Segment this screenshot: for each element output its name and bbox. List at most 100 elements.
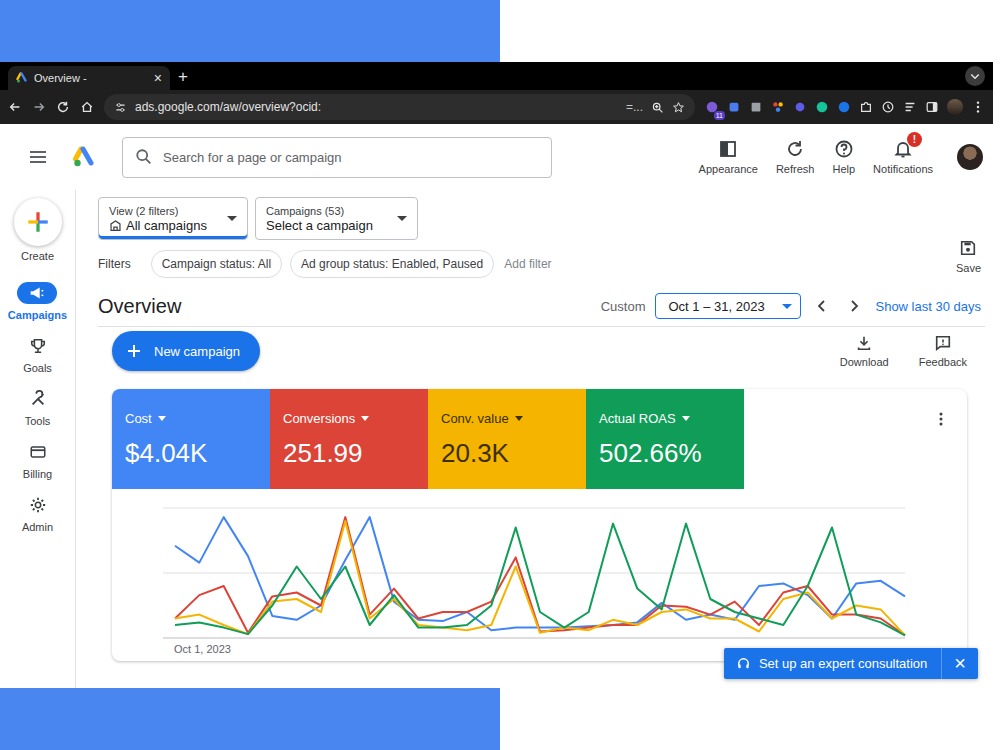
picker-value: All campaigns (109, 218, 227, 233)
tab-bar: Overview -× + (0, 62, 993, 90)
page-tool[interactable]: Feedback (919, 334, 967, 368)
metric-label: Cost (125, 411, 258, 426)
header-action-icon-wrap (785, 139, 805, 159)
new-tab-button[interactable]: + (178, 66, 188, 90)
help-icon (834, 139, 854, 159)
account-avatar[interactable] (957, 144, 983, 170)
series-line (175, 517, 905, 630)
canvas: Overview -× + ads.google.com/aw/overview?o… (0, 0, 1000, 750)
forward-icon[interactable] (32, 100, 46, 114)
filter-chip[interactable]: Ad group status: Enabled, Paused (290, 250, 494, 278)
search-icon (135, 148, 153, 166)
search-field[interactable]: Search for a page or campaign (122, 137, 552, 178)
page-tool-label: Download (840, 356, 889, 368)
header-action-label: Notifications (873, 163, 933, 175)
blue-band (0, 0, 500, 62)
nav-item[interactable]: Campaigns (8, 282, 67, 321)
tab-search-button[interactable] (965, 66, 985, 86)
series-line (175, 524, 905, 636)
home-icon[interactable] (80, 100, 94, 114)
header-action[interactable]: Appearance (699, 139, 758, 175)
zoom-icon[interactable] (651, 101, 664, 114)
metric-tile[interactable]: Actual ROAS 502.66% (586, 389, 744, 489)
extension-icon[interactable] (727, 100, 741, 114)
dropdown-caret-icon (397, 216, 407, 221)
menu-dots-icon[interactable] (971, 100, 985, 114)
metric-label: Actual ROAS (599, 411, 732, 426)
feedback-icon (934, 334, 952, 352)
picker-row: View (2 filters) All campaigns Campaigns … (98, 197, 952, 240)
create-circle (14, 198, 62, 246)
filters-row: FiltersCampaign status: AllAd group stat… (98, 250, 952, 278)
app-body: Create Campaigns Goals Tools Billing Admin Vie… (0, 190, 993, 688)
tab-close[interactable]: × (154, 70, 162, 86)
header-action[interactable]: !Notifications (873, 139, 933, 175)
address-bar[interactable]: ads.google.com/aw/overview?ocid:=... (104, 94, 695, 120)
filter-controls: View (2 filters) All campaigns Campaigns … (98, 197, 952, 278)
picker-text: View (2 filters) All campaigns (109, 205, 227, 233)
extension-badge: 11 (714, 111, 725, 120)
nav-rail: Create Campaigns Goals Tools Billing Admin (0, 190, 76, 688)
show-last-30-days-link[interactable]: Show last 30 days (875, 299, 981, 314)
nav-item[interactable]: Tools (18, 388, 58, 427)
new-campaign-button[interactable]: New campaign (112, 331, 260, 371)
metric-value: 251.99 (283, 438, 416, 469)
filter-chip[interactable]: Campaign status: All (151, 250, 282, 278)
extension-button[interactable]: 11 (705, 100, 719, 114)
puzzle-icon[interactable] (859, 100, 873, 114)
reload-icon[interactable] (56, 100, 70, 114)
header-action[interactable]: Help (832, 139, 855, 175)
more-vert-icon[interactable] (933, 411, 949, 427)
side-panel-icon[interactable] (925, 100, 939, 114)
extension-icon[interactable] (815, 100, 829, 114)
url-tail: =... (626, 100, 643, 114)
metric-label: Conv. value (441, 411, 574, 426)
headset-icon (736, 656, 751, 671)
star-icon[interactable] (672, 101, 685, 114)
extension-icon[interactable] (771, 100, 785, 114)
date-range-picker[interactable]: Oct 1 – 31, 2023 (655, 293, 801, 319)
header-action[interactable]: Refresh (776, 139, 815, 175)
chevron-left-icon[interactable] (814, 298, 830, 314)
extension-icon[interactable] (749, 100, 763, 114)
chevron-right-icon[interactable] (846, 298, 862, 314)
picker-dropdown[interactable]: Campaigns (53) Select a campaign (255, 197, 418, 240)
save-icon (959, 239, 977, 257)
nav-item-pill (18, 335, 58, 357)
extension-icon[interactable] (837, 100, 851, 114)
extension-icon[interactable] (793, 100, 807, 114)
header-action-icon-wrap (718, 139, 738, 159)
save-button[interactable]: Save (952, 239, 985, 278)
create-button[interactable]: Create (14, 198, 62, 262)
header-action-label: Refresh (776, 163, 815, 175)
metric-tile[interactable]: Cost $4.04K (112, 389, 270, 489)
back-icon[interactable] (8, 100, 22, 114)
metric-tile[interactable]: Conv. value 20.3K (428, 389, 586, 489)
picker-dropdown[interactable]: View (2 filters) All campaigns (98, 197, 248, 240)
metric-value: 20.3K (441, 438, 574, 469)
nav-item-label: Admin (22, 521, 53, 533)
reading-list-icon[interactable] (903, 100, 917, 114)
series-line (175, 517, 905, 635)
nav-item-pill (18, 388, 58, 410)
date-range-value: Oct 1 – 31, 2023 (668, 299, 782, 314)
profile-avatar[interactable] (947, 99, 963, 115)
nav-item[interactable]: Billing (18, 441, 58, 480)
hamburger-icon[interactable] (28, 147, 48, 167)
metric-tile[interactable]: Conversions 251.99 (270, 389, 428, 489)
google-ads-logo-icon[interactable] (72, 145, 96, 169)
banner-close-button[interactable]: × (941, 648, 978, 679)
expert-consultation-banner[interactable]: Set up an expert consultation× (724, 648, 978, 679)
gridline (163, 508, 905, 509)
history-icon[interactable] (881, 100, 895, 114)
gridline (163, 638, 905, 639)
browser-tab[interactable]: Overview -× (8, 66, 170, 90)
page-tool[interactable]: Download (840, 334, 889, 368)
header-action-icon-wrap (834, 139, 854, 159)
nav-item[interactable]: Goals (18, 335, 58, 374)
add-filter-button[interactable]: Add filter (504, 257, 551, 271)
page-title: Overview (98, 295, 181, 318)
nav-item[interactable]: Admin (18, 494, 58, 533)
site-settings-icon[interactable] (114, 101, 127, 114)
filter-section: View (2 filters) All campaigns Campaigns … (98, 197, 985, 278)
